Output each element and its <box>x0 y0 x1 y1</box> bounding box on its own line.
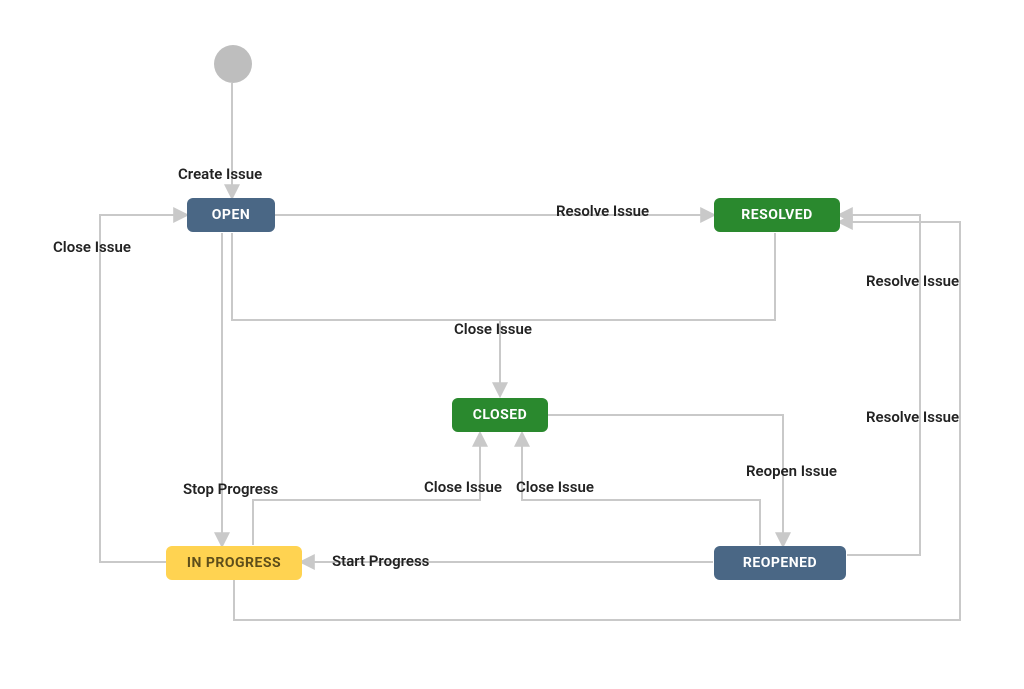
label-resolve-from-open: Resolve Issue <box>556 202 649 220</box>
label-start-progress-from-reopened: Start Progress <box>332 552 429 570</box>
label-close-from-in-progress: Close Issue <box>424 478 502 496</box>
label-close-from-reopened: Close Issue <box>516 478 594 496</box>
edge-stop-progress <box>100 215 186 562</box>
label-resolve-from-reopened: Resolve Issue <box>866 408 959 426</box>
edge-resolve-from-reopened <box>840 215 920 555</box>
state-open: OPEN <box>187 198 275 232</box>
edge-close-from-resolved <box>500 233 775 320</box>
label-start-progress-from-open: Stop Progress <box>183 480 278 498</box>
label-resolve-from-in-progress: Resolve Issue <box>866 272 959 290</box>
state-resolved: RESOLVED <box>714 198 840 232</box>
label-stop-progress: Close Issue <box>53 238 131 256</box>
state-closed: CLOSED <box>452 398 548 432</box>
state-reopened: REOPENED <box>714 546 846 580</box>
workflow-diagram: OPEN RESOLVED CLOSED IN PROGRESS REOPENE… <box>0 0 1024 689</box>
label-close-from-open: Close Issue <box>454 320 532 338</box>
edges-layer <box>0 0 1024 689</box>
start-node <box>214 45 252 83</box>
label-create-issue: Create Issue <box>178 165 262 183</box>
label-reopen-issue: Reopen Issue <box>746 462 837 480</box>
state-in-progress: IN PROGRESS <box>166 546 302 580</box>
edge-close-from-open <box>232 233 500 395</box>
